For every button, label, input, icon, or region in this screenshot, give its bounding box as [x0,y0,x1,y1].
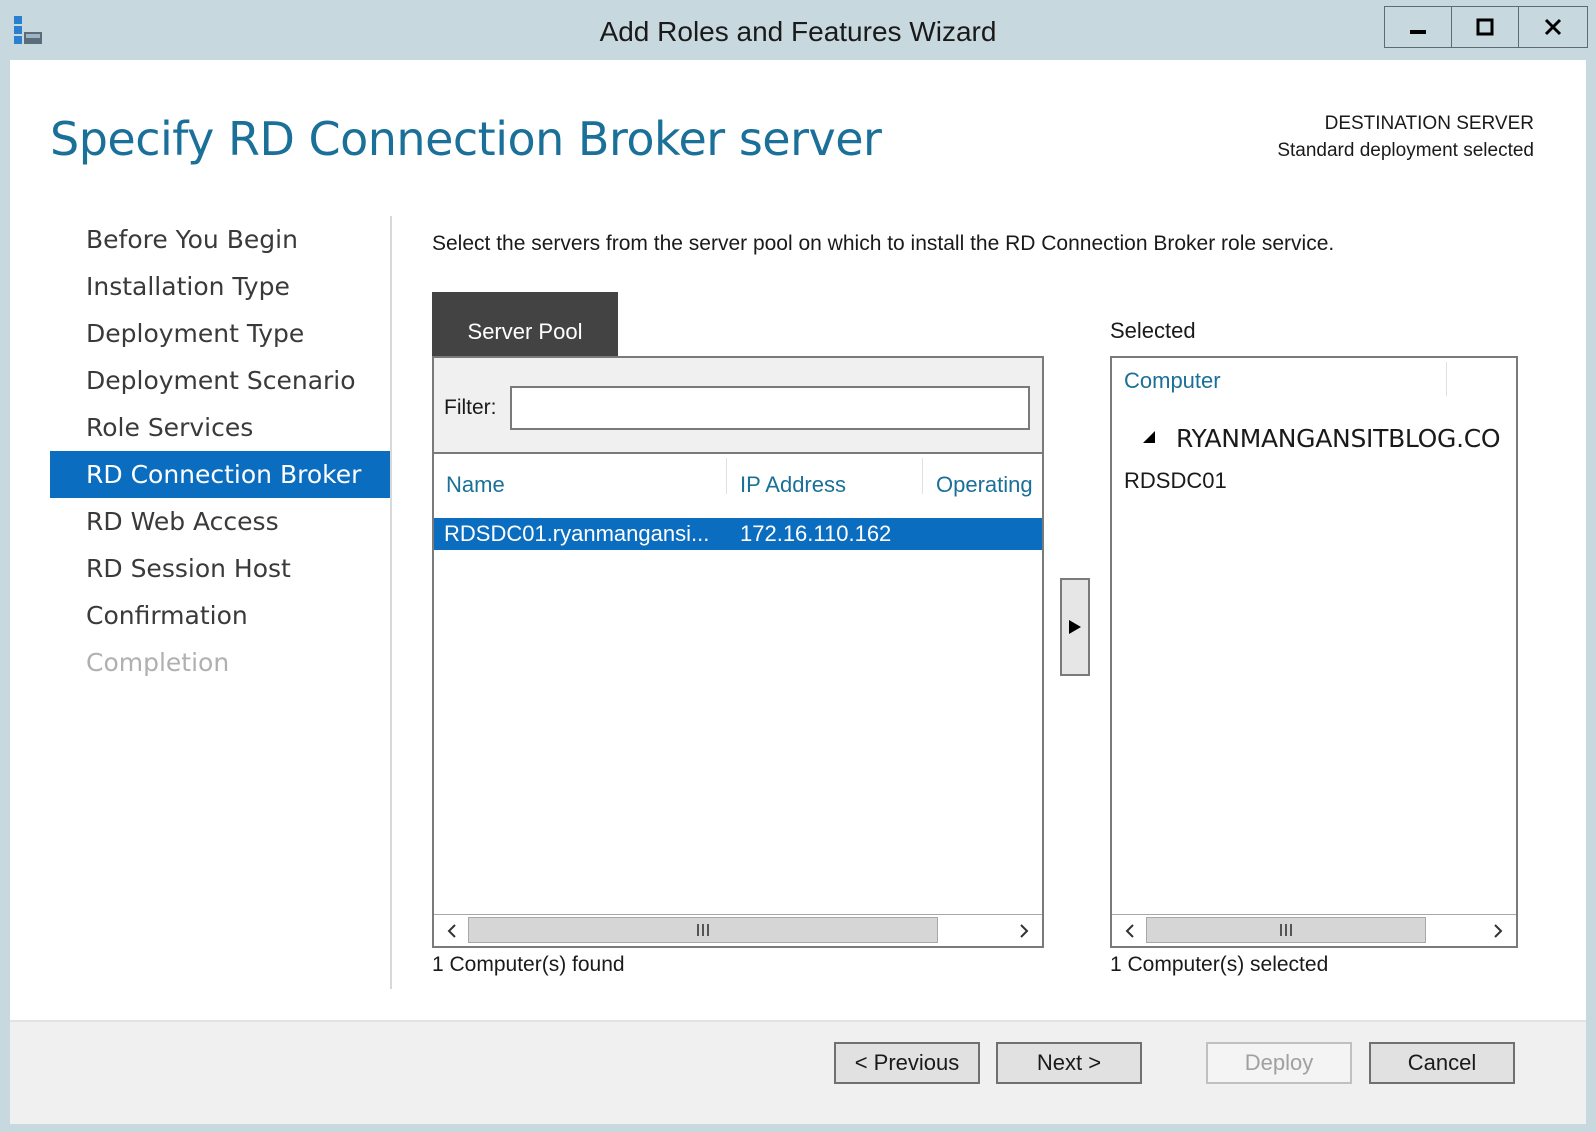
nav-item-rd-session-host[interactable]: RD Session Host [50,545,390,592]
chevron-right-icon [1494,923,1503,938]
pool-status: 1 Computer(s) found [432,953,625,976]
next-button[interactable]: Next > [996,1042,1142,1084]
scroll-right-button[interactable] [1482,915,1514,946]
minimize-button[interactable] [1385,7,1452,47]
wizard-steps-nav: Before You Begin Installation Type Deplo… [50,216,390,686]
scroll-right-button[interactable] [1008,915,1040,946]
nav-item-rd-connection-broker[interactable]: RD Connection Broker [50,451,390,498]
destination-server: DESTINATION SERVER Standard deployment s… [1277,110,1534,164]
selected-label: Selected [1110,318,1196,343]
cell-server-name: RDSDC01.ryanmangansi... [444,521,710,546]
nav-item-role-services[interactable]: Role Services [50,404,390,451]
close-button[interactable] [1519,7,1587,47]
table-row[interactable]: RDSDC01.ryanmangansi... 172.16.110.162 [434,518,1042,550]
column-header-operating-system[interactable]: Operating [936,454,1033,516]
column-header-name[interactable]: Name [446,454,505,516]
scroll-thumb[interactable] [1146,917,1426,943]
previous-button[interactable]: < Previous [834,1042,980,1084]
scroll-left-button[interactable] [1114,915,1146,946]
selected-horizontal-scrollbar[interactable] [1112,914,1516,946]
filter-label: Filter: [444,396,497,419]
column-separator[interactable] [1446,362,1447,396]
maximize-icon [1476,18,1494,36]
page-title: Specify RD Connection Broker server [50,112,882,166]
nav-item-rd-web-access[interactable]: RD Web Access [50,498,390,545]
nav-item-deployment-type[interactable]: Deployment Type [50,310,390,357]
destination-value: Standard deployment selected [1277,140,1534,161]
wizard-footer: < Previous Next > Deploy Cancel [10,1020,1586,1124]
maximize-button[interactable] [1452,7,1519,47]
domain-group-label: RYANMANGANSITBLOG.CO [1176,424,1501,453]
deploy-button: Deploy [1206,1042,1352,1084]
play-right-icon [1069,620,1081,634]
pool-grid-header: Name IP Address Operating [434,454,1042,516]
server-pool-panel: Filter: Name IP Address Operating RDSDC0… [432,356,1044,948]
cell-ip-address: 172.16.110.162 [740,521,892,546]
destination-label: DESTINATION SERVER [1324,113,1534,134]
scroll-thumb[interactable] [468,917,938,943]
close-icon [1544,18,1562,36]
nav-divider [390,216,392,989]
wizard-body: Specify RD Connection Broker server DEST… [10,60,1586,1124]
pool-horizontal-scrollbar[interactable] [434,914,1042,946]
scroll-left-button[interactable] [436,915,468,946]
column-separator[interactable] [726,458,727,494]
filter-bar: Filter: [434,358,1042,454]
filter-input[interactable] [510,386,1030,430]
chevron-right-icon [1020,923,1029,938]
tab-server-pool[interactable]: Server Pool [432,292,618,356]
list-item[interactable]: RDSDC01 [1124,468,1227,494]
column-header-ip-address[interactable]: IP Address [740,454,846,516]
nav-item-confirmation[interactable]: Confirmation [50,592,390,639]
window-title: Add Roles and Features Wizard [599,16,997,47]
grip-icon [1280,924,1292,936]
chevron-left-icon [447,923,456,938]
column-separator[interactable] [922,458,923,494]
window-controls [1384,6,1588,48]
instruction-text: Select the servers from the server pool … [432,232,1335,255]
nav-item-installation-type[interactable]: Installation Type [50,263,390,310]
grip-icon [697,924,709,936]
nav-item-deployment-scenario[interactable]: Deployment Scenario [50,357,390,404]
collapse-triangle-icon[interactable] [1142,430,1156,444]
selected-servers-panel: Computer RYANMANGANSITBLOG.CO RDSDC01 [1110,356,1518,948]
nav-item-before-you-begin[interactable]: Before You Begin [50,216,390,263]
add-to-selected-button[interactable] [1060,578,1090,676]
minimize-icon [1410,30,1426,34]
cancel-button[interactable]: Cancel [1369,1042,1515,1084]
column-header-computer[interactable]: Computer [1124,368,1221,394]
chevron-left-icon [1125,923,1134,938]
title-bar: Add Roles and Features Wizard [0,0,1596,60]
selected-status: 1 Computer(s) selected [1110,953,1329,976]
nav-item-completion: Completion [86,648,230,677]
